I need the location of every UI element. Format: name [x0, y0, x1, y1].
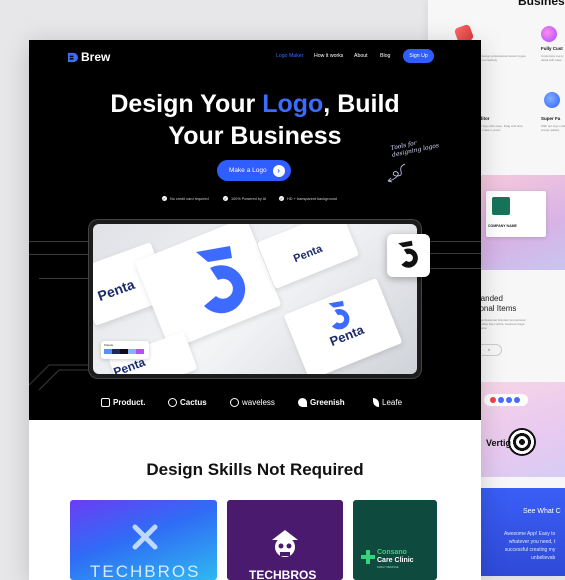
feature-no-credit-card: ✓ No credit card required [162, 196, 209, 201]
decor-line [39, 278, 89, 279]
feature-label: HD + transparent background [287, 196, 337, 201]
brand-leafe: Leafe [373, 398, 402, 407]
feature-label: No credit card required [170, 196, 209, 201]
check-icon: ✓ [279, 196, 284, 201]
brand-name: Brew [81, 50, 111, 64]
check-icon: ✓ [162, 196, 167, 201]
brand-logo[interactable]: Brew [67, 50, 110, 64]
bg-title: Busines [518, 0, 565, 8]
penta-logo-icon [196, 246, 246, 314]
color-swatch[interactable] [112, 349, 120, 354]
tile-brand-name: TECHBROS [90, 562, 201, 580]
pirate-skull-icon [272, 530, 298, 557]
nav-logo-maker[interactable]: Logo Maker [276, 53, 303, 59]
bg-feature-label: Fully Cust [541, 46, 563, 51]
bg-dot [490, 397, 496, 403]
hero-section: Brew Logo Maker How it works About Blog … [29, 40, 481, 420]
color-swatch[interactable] [128, 349, 136, 354]
paint-palette-icon [541, 26, 557, 42]
bg-dot [498, 397, 504, 403]
cta-label: Make a Logo [229, 167, 267, 174]
tile-brand-sub: Care Clinic [377, 557, 414, 564]
x-logo-icon [132, 524, 158, 550]
leafe-logo-icon [373, 398, 379, 407]
arrow-right-icon: › [272, 164, 285, 177]
decor-line [29, 241, 89, 242]
decor-line [421, 241, 481, 242]
nav-how-it-works[interactable]: How it works [314, 53, 343, 59]
bg-mockup-pink: COMPANY NAME [476, 175, 565, 270]
waveless-logo-icon [230, 398, 239, 407]
color-swatch[interactable] [120, 349, 128, 354]
feature-hd-transparent: ✓ HD + transparent background [279, 196, 337, 201]
template-tile-techbros-blue[interactable]: TECHBROS [70, 500, 217, 580]
bg-feature-label: Super Fa [541, 116, 561, 121]
palette-label: Palette [104, 343, 114, 347]
bg-feature-desc: Customize every detail with ease [541, 54, 564, 62]
feature-powered-by-ai: ✓ 100% Powered by AI [223, 196, 266, 201]
medical-cross-icon [361, 550, 375, 564]
hero-title-accent: Logo [262, 90, 324, 118]
color-palette-widget[interactable]: Palette [101, 341, 149, 359]
bg-mock-logo [492, 197, 510, 215]
brand-label: Greenish [310, 398, 345, 407]
bg-feature-desc: With our logo maker, create quickly [541, 124, 565, 132]
bg-testimonial-line: Awesome App! Easy to [504, 531, 556, 537]
floating-logo-card [387, 234, 430, 277]
template-tile-consano[interactable]: Consano Care Clinic FAMILY MEDICINE [353, 500, 437, 580]
check-icon: ✓ [223, 196, 228, 201]
sign-up-button[interactable]: Sign Up [403, 49, 434, 63]
bg-vertigo-logo [508, 428, 536, 456]
brand-cactus: Cactus [168, 398, 207, 407]
bg-testimonial-text: Awesome App! Easy to whatever you need, … [504, 530, 555, 562]
hero-title-text: Design Your [110, 90, 263, 118]
bg-mock-company: COMPANY NAME [486, 223, 519, 229]
nav-blog[interactable]: Blog [380, 53, 390, 59]
template-tile-techbros-purple[interactable]: TECHBROS [227, 500, 343, 580]
brand-label: waveless [242, 398, 275, 407]
curly-arrow-icon [387, 163, 406, 183]
color-swatch[interactable] [136, 349, 144, 354]
logo-mockup-image: Penta Penta Penta Penta Palette [93, 224, 417, 374]
bg-dot [514, 397, 520, 403]
greenish-logo-icon [298, 398, 307, 407]
product-logo-icon [101, 398, 110, 407]
penta-logo-icon [398, 240, 418, 268]
bg-mockup-pink-2: Vertig [476, 382, 565, 477]
decor-line [421, 253, 481, 254]
bg-vertigo-text: Vertig [486, 438, 512, 448]
brand-label: Product. [113, 398, 146, 407]
bg-testimonial-line: whatever you need, t [508, 539, 556, 545]
lightning-icon [544, 92, 560, 108]
section-title: Design Skills Not Required [146, 460, 364, 479]
brand-product: Product. [101, 398, 145, 407]
brew-logo-icon [67, 52, 78, 62]
bg-testimonial-title: See What C [523, 508, 561, 515]
bg-testimonial-line: unbelievab [531, 555, 556, 561]
decor-line [421, 268, 481, 269]
tile-brand-tag: FAMILY MEDICINE [377, 566, 399, 569]
feature-label: 100% Powered by AI [231, 196, 267, 201]
main-page: Brew Logo Maker How it works About Blog … [29, 40, 481, 580]
nav-about[interactable]: About [354, 53, 368, 59]
hero-title-text: , Build [323, 90, 400, 118]
brand-label: Leafe [382, 398, 403, 407]
brand-greenish: Greenish [298, 398, 345, 407]
tile-brand-name: Consano [377, 549, 407, 556]
brand-label: Cactus [180, 398, 207, 407]
logo-showcase-frame: Penta Penta Penta Penta Palette [89, 220, 421, 378]
brand-waveless: waveless [230, 398, 275, 407]
bg-dot [506, 397, 512, 403]
cactus-logo-icon [168, 398, 177, 407]
make-a-logo-button[interactable]: Make a Logo › [217, 160, 291, 181]
bg-testimonial-line: successful creating my [504, 547, 556, 553]
color-swatch[interactable] [104, 349, 112, 354]
decor-line [29, 254, 89, 255]
bg-branded-heading: randed [478, 294, 503, 303]
tile-brand-name: TECHBROS [249, 568, 317, 580]
hero-title-line-1: Design Your Logo, Build [29, 89, 481, 119]
